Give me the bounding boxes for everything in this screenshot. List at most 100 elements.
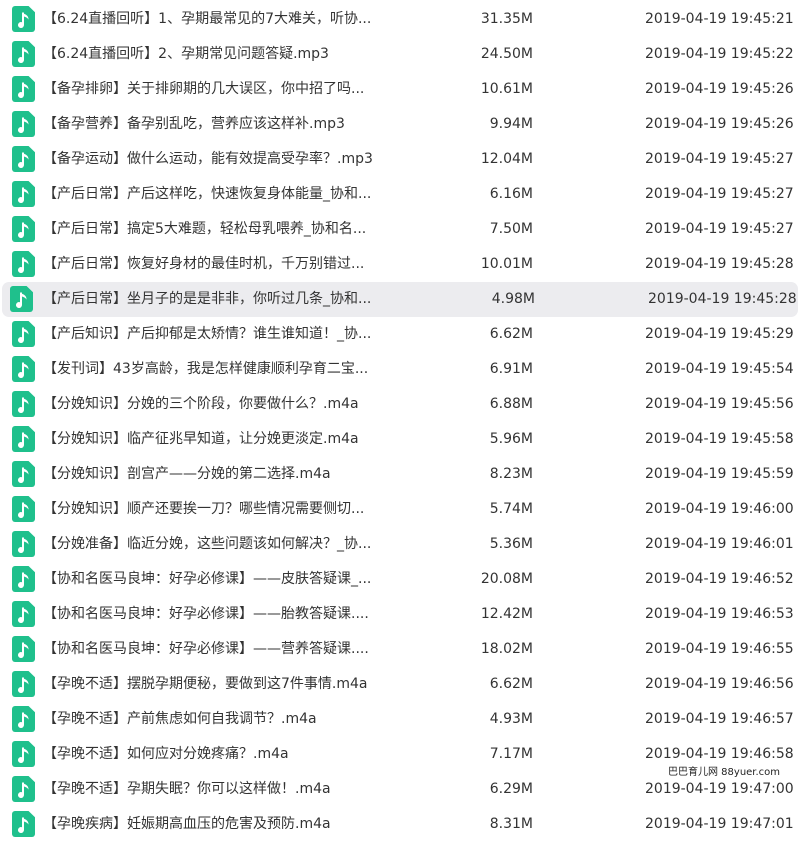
- music-file-icon: [12, 356, 35, 382]
- file-row[interactable]: 【孕晚不适】产前焦虑如何自我调节？.m4a 4.93M 2019-04-19 19:…: [0, 702, 800, 737]
- file-row[interactable]: 【协和名医马良坤：好孕必修课】——营养答疑课.... 18.02M 2019-04-…: [0, 632, 800, 667]
- file-name[interactable]: 【产后日常】坐月子的是是非非，你听过几条_协和...: [43, 290, 403, 308]
- file-name[interactable]: 【产后日常】产后这样吃，快速恢复身体能量_协和...: [43, 185, 403, 203]
- file-row[interactable]: 【6.24直播回听】2、孕期常见问题答疑.mp3 24.50M 2019-04-19…: [0, 37, 800, 72]
- file-name[interactable]: 【协和名医马良坤：好孕必修课】——皮肤答疑课_...: [43, 570, 403, 588]
- music-file-icon: [12, 146, 35, 172]
- file-name[interactable]: 【分娩知识】顺产还要挨一刀？哪些情况需要侧切...: [43, 500, 403, 518]
- file-row[interactable]: 【分娩知识】剖宫产——分娩的第二选择.m4a 8.23M 2019-04-19 19…: [0, 457, 800, 492]
- file-modified-date: 2019-04-19 19:45:22: [645, 46, 794, 62]
- file-size: 6.62M: [489, 676, 533, 692]
- file-name[interactable]: 【产后日常】恢复好身材的最佳时机，千万别错过...: [43, 255, 403, 273]
- file-name[interactable]: 【备孕排卵】关于排卵期的几大误区，你中招了吗...: [43, 80, 403, 98]
- file-size: 6.88M: [489, 396, 533, 412]
- music-file-icon: [10, 286, 33, 312]
- file-modified-date: 2019-04-19 19:47:00: [645, 781, 794, 797]
- file-size: 7.50M: [489, 221, 533, 237]
- file-name[interactable]: 【发刊词】43岁高龄，我是怎样健康顺利孕育二宝...: [43, 360, 403, 378]
- file-modified-date: 2019-04-19 19:45:54: [645, 361, 794, 377]
- file-modified-date: 2019-04-19 19:46:01: [645, 536, 794, 552]
- music-file-icon: [12, 251, 35, 277]
- file-row[interactable]: 【备孕运动】做什么运动，能有效提高受孕率？.mp3 12.04M 2019-04-1…: [0, 142, 800, 177]
- music-file-icon: [12, 321, 35, 347]
- file-name[interactable]: 【孕晚不适】如何应对分娩疼痛？.m4a: [43, 745, 403, 763]
- file-size: 5.36M: [489, 536, 533, 552]
- music-file-icon: [12, 76, 35, 102]
- file-size: 12.42M: [480, 606, 533, 622]
- file-modified-date: 2019-04-19 19:45:59: [645, 466, 794, 482]
- file-name[interactable]: 【6.24直播回听】2、孕期常见问题答疑.mp3: [43, 45, 403, 63]
- file-modified-date: 2019-04-19 19:45:56: [645, 396, 794, 412]
- music-file-icon: [12, 496, 35, 522]
- file-row[interactable]: 【分娩知识】临产征兆早知道，让分娩更淡定.m4a 5.96M 2019-04-19 …: [0, 422, 800, 457]
- file-name[interactable]: 【孕晚疾病】妊娠期高血压的危害及预防.m4a: [43, 815, 403, 833]
- file-modified-date: 2019-04-19 19:45:28: [648, 291, 797, 307]
- file-modified-date: 2019-04-19 19:45:27: [645, 186, 794, 202]
- file-row[interactable]: 【产后日常】恢复好身材的最佳时机，千万别错过... 10.01M 2019-04-1…: [0, 247, 800, 282]
- file-name[interactable]: 【孕晚不适】摆脱孕期便秘，要做到这7件事情.m4a: [43, 675, 403, 693]
- file-modified-date: 2019-04-19 19:45:27: [645, 221, 794, 237]
- file-size: 4.93M: [489, 711, 533, 727]
- file-row[interactable]: 【协和名医马良坤：好孕必修课】——皮肤答疑课_... 20.08M 2019-04-…: [0, 562, 800, 597]
- file-size: 8.23M: [489, 466, 533, 482]
- music-file-icon: [12, 741, 35, 767]
- music-file-icon: [12, 216, 35, 242]
- file-row[interactable]: 【孕晚不适】摆脱孕期便秘，要做到这7件事情.m4a 6.62M 2019-04-19…: [0, 667, 800, 702]
- file-row[interactable]: 【备孕排卵】关于排卵期的几大误区，你中招了吗... 10.61M 2019-04-1…: [0, 72, 800, 107]
- file-row[interactable]: 【产后日常】搞定5大难题，轻松母乳喂养_协和名... 7.50M 2019-04-1…: [0, 212, 800, 247]
- file-name[interactable]: 【分娩知识】分娩的三个阶段，你要做什么？.m4a: [43, 395, 403, 413]
- file-size: 20.08M: [480, 571, 533, 587]
- file-modified-date: 2019-04-19 19:45:58: [645, 431, 794, 447]
- file-name[interactable]: 【协和名医马良坤：好孕必修课】——胎教答疑课....: [43, 605, 403, 623]
- file-row[interactable]: 【备孕营养】备孕别乱吃，营养应该这样补.mp3 9.94M 2019-04-19 1…: [0, 107, 800, 142]
- file-name[interactable]: 【协和名医马良坤：好孕必修课】——营养答疑课....: [43, 640, 403, 658]
- file-row[interactable]: 【产后日常】产后这样吃，快速恢复身体能量_协和... 6.16M 2019-04-1…: [0, 177, 800, 212]
- file-modified-date: 2019-04-19 19:46:58: [645, 746, 794, 762]
- file-row[interactable]: 【分娩知识】顺产还要挨一刀？哪些情况需要侧切... 5.74M 2019-04-19…: [0, 492, 800, 527]
- file-name[interactable]: 【备孕营养】备孕别乱吃，营养应该这样补.mp3: [43, 115, 403, 133]
- file-size: 7.17M: [489, 746, 533, 762]
- file-name[interactable]: 【6.24直播回听】1、孕期最常见的7大难关，听协...: [43, 10, 403, 28]
- file-row[interactable]: 【分娩准备】临近分娩，这些问题该如何解决？_协... 5.36M 2019-04-1…: [0, 527, 800, 562]
- file-row[interactable]: 【孕晚疾病】妊娠期高血压的危害及预防.m4a 8.31M 2019-04-19 19…: [0, 807, 800, 842]
- music-file-icon: [12, 391, 35, 417]
- file-name[interactable]: 【产后知识】产后抑郁是太矫情？谁生谁知道！_协...: [43, 325, 403, 343]
- file-name[interactable]: 【孕晚不适】产前焦虑如何自我调节？.m4a: [43, 710, 403, 728]
- file-size: 10.01M: [480, 256, 533, 272]
- file-modified-date: 2019-04-19 19:46:00: [645, 501, 794, 517]
- file-row[interactable]: 【发刊词】43岁高龄，我是怎样健康顺利孕育二宝... 6.91M 2019-04-1…: [0, 352, 800, 387]
- file-row[interactable]: 【产后日常】坐月子的是是非非，你听过几条_协和... 4.98M 2019-04-1…: [2, 282, 798, 317]
- file-row[interactable]: 【产后知识】产后抑郁是太矫情？谁生谁知道！_协... 6.62M 2019-04-1…: [0, 317, 800, 352]
- file-modified-date: 2019-04-19 19:46:55: [645, 641, 794, 657]
- music-file-icon: [12, 531, 35, 557]
- music-file-icon: [12, 41, 35, 67]
- file-name[interactable]: 【产后日常】搞定5大难题，轻松母乳喂养_协和名...: [43, 220, 403, 238]
- file-name[interactable]: 【孕晚不适】孕期失眠？你可以这样做！.m4a: [43, 780, 403, 798]
- file-modified-date: 2019-04-19 19:46:56: [645, 676, 794, 692]
- file-name[interactable]: 【备孕运动】做什么运动，能有效提高受孕率？.mp3: [43, 150, 403, 168]
- file-modified-date: 2019-04-19 19:47:01: [645, 816, 794, 832]
- file-modified-date: 2019-04-19 19:46:53: [645, 606, 794, 622]
- file-modified-date: 2019-04-19 19:45:26: [645, 81, 794, 97]
- music-file-icon: [12, 636, 35, 662]
- music-file-icon: [12, 6, 35, 32]
- file-size: 6.29M: [489, 781, 533, 797]
- watermark: 巴巴育儿网 88yuer.com: [665, 762, 784, 779]
- music-file-icon: [12, 811, 35, 837]
- music-file-icon: [12, 426, 35, 452]
- file-size: 18.02M: [480, 641, 533, 657]
- music-file-icon: [12, 461, 35, 487]
- file-size: 6.16M: [489, 186, 533, 202]
- file-modified-date: 2019-04-19 19:46:52: [645, 571, 794, 587]
- file-row[interactable]: 【协和名医马良坤：好孕必修课】——胎教答疑课.... 12.42M 2019-04-…: [0, 597, 800, 632]
- file-name[interactable]: 【分娩准备】临近分娩，这些问题该如何解决？_协...: [43, 535, 403, 553]
- file-row[interactable]: 【6.24直播回听】1、孕期最常见的7大难关，听协... 31.35M 2019-0…: [0, 2, 800, 37]
- file-modified-date: 2019-04-19 19:45:21: [645, 11, 794, 27]
- file-name[interactable]: 【分娩知识】剖宫产——分娩的第二选择.m4a: [43, 465, 403, 483]
- music-file-icon: [12, 706, 35, 732]
- music-file-icon: [12, 601, 35, 627]
- file-row[interactable]: 【分娩知识】分娩的三个阶段，你要做什么？.m4a 6.88M 2019-04-19 …: [0, 387, 800, 422]
- file-name[interactable]: 【分娩知识】临产征兆早知道，让分娩更淡定.m4a: [43, 430, 403, 448]
- file-size: 31.35M: [480, 11, 533, 27]
- file-modified-date: 2019-04-19 19:45:28: [645, 256, 794, 272]
